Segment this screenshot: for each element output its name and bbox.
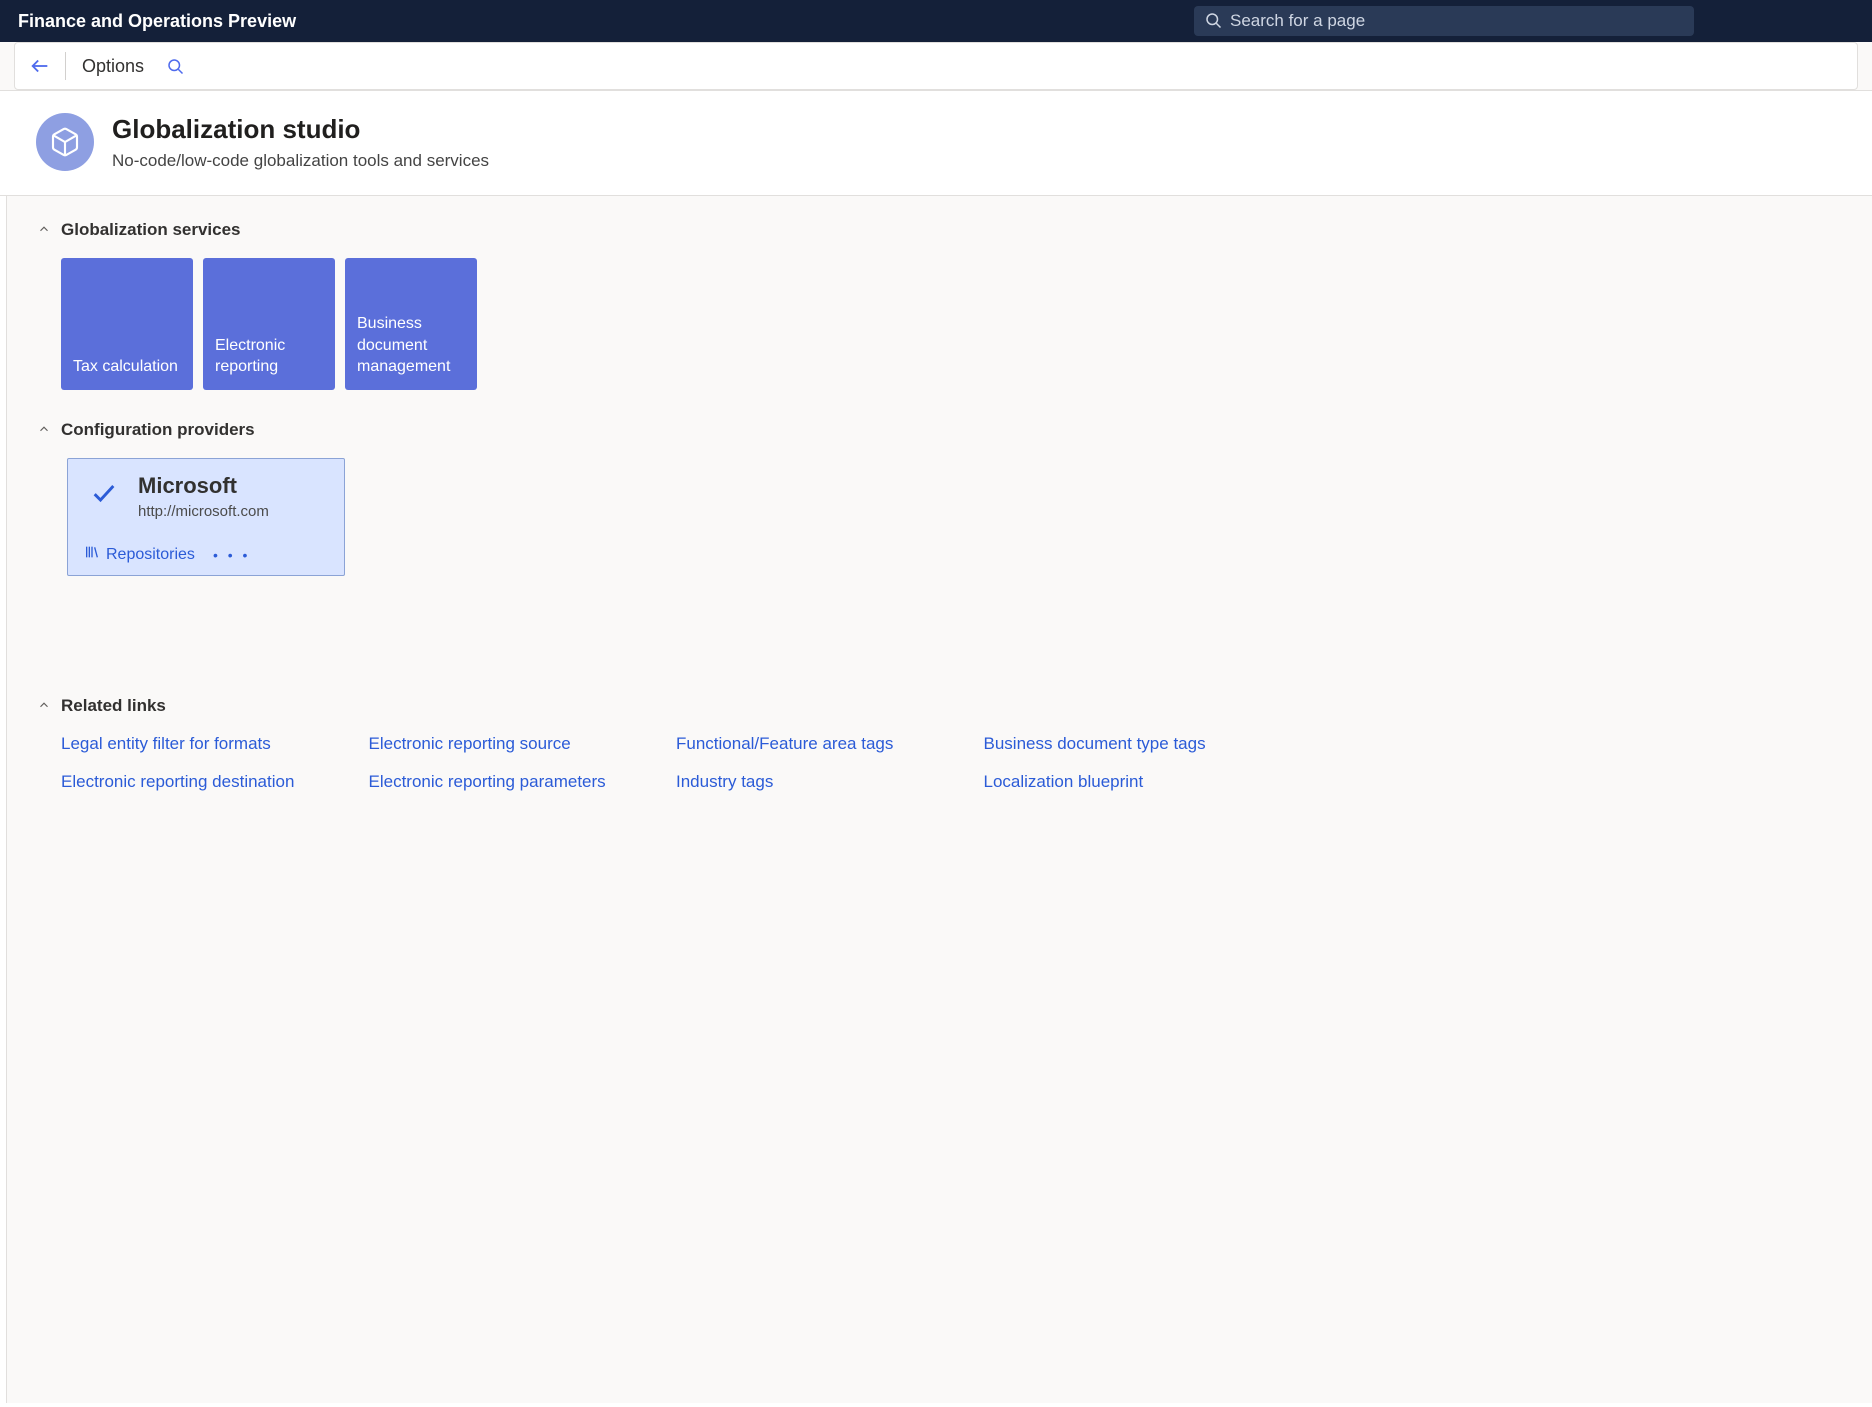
library-icon (84, 544, 100, 565)
repositories-label: Repositories (106, 546, 195, 564)
content-area: Globalization services Tax calculation E… (6, 196, 1872, 1403)
tile-electronic-reporting[interactable]: Electronic reporting (203, 258, 335, 390)
page-search-button[interactable] (160, 51, 190, 81)
provider-url: http://microsoft.com (138, 503, 269, 520)
link-er-parameters[interactable]: Electronic reporting parameters (369, 772, 647, 792)
service-tiles: Tax calculation Electronic reporting Bus… (61, 258, 1842, 390)
chevron-up-icon (37, 698, 51, 715)
section-title-providers: Configuration providers (61, 420, 255, 440)
repositories-link[interactable]: Repositories (84, 544, 195, 565)
section-header-providers[interactable]: Configuration providers (37, 420, 1842, 440)
tile-business-document-management[interactable]: Business document management (345, 258, 477, 390)
provider-card[interactable]: Microsoft http://microsoft.com Repositor (67, 458, 345, 576)
provider-name: Microsoft (138, 473, 269, 499)
link-doc-type-tags[interactable]: Business document type tags (984, 734, 1262, 754)
more-actions-button[interactable]: • • • (213, 547, 250, 563)
page-subtitle: No-code/low-code globalization tools and… (112, 151, 489, 171)
search-input[interactable] (1230, 11, 1684, 31)
related-links: Legal entity filter for formats Electron… (61, 734, 1261, 792)
workspace-icon (36, 113, 94, 171)
search-icon (1204, 11, 1222, 32)
tile-label: Electronic reporting (215, 335, 323, 378)
checkmark-icon (84, 473, 124, 520)
page-header: Globalization studio No-code/low-code gl… (0, 91, 1872, 196)
link-industry-tags[interactable]: Industry tags (676, 772, 954, 792)
tile-label: Business document management (357, 313, 465, 378)
link-er-destination[interactable]: Electronic reporting destination (61, 772, 339, 792)
section-header-related[interactable]: Related links (37, 696, 1842, 716)
link-er-source[interactable]: Electronic reporting source (369, 734, 647, 754)
link-localization-blueprint[interactable]: Localization blueprint (984, 772, 1262, 792)
options-button[interactable]: Options (76, 56, 150, 77)
global-search[interactable] (1194, 6, 1694, 36)
section-title-services: Globalization services (61, 220, 241, 240)
divider (65, 52, 66, 80)
app-title: Finance and Operations Preview (18, 11, 296, 32)
page-title: Globalization studio (112, 114, 489, 145)
section-header-services[interactable]: Globalization services (37, 220, 1842, 240)
chevron-up-icon (37, 222, 51, 239)
tile-label: Tax calculation (73, 356, 178, 378)
actionbar: Options (14, 42, 1858, 90)
section-title-related: Related links (61, 696, 166, 716)
tile-tax-calculation[interactable]: Tax calculation (61, 258, 193, 390)
link-functional-tags[interactable]: Functional/Feature area tags (676, 734, 954, 754)
chevron-up-icon (37, 422, 51, 439)
link-legal-entity-filter[interactable]: Legal entity filter for formats (61, 734, 339, 754)
back-button[interactable] (25, 51, 55, 81)
topbar: Finance and Operations Preview (0, 0, 1872, 42)
